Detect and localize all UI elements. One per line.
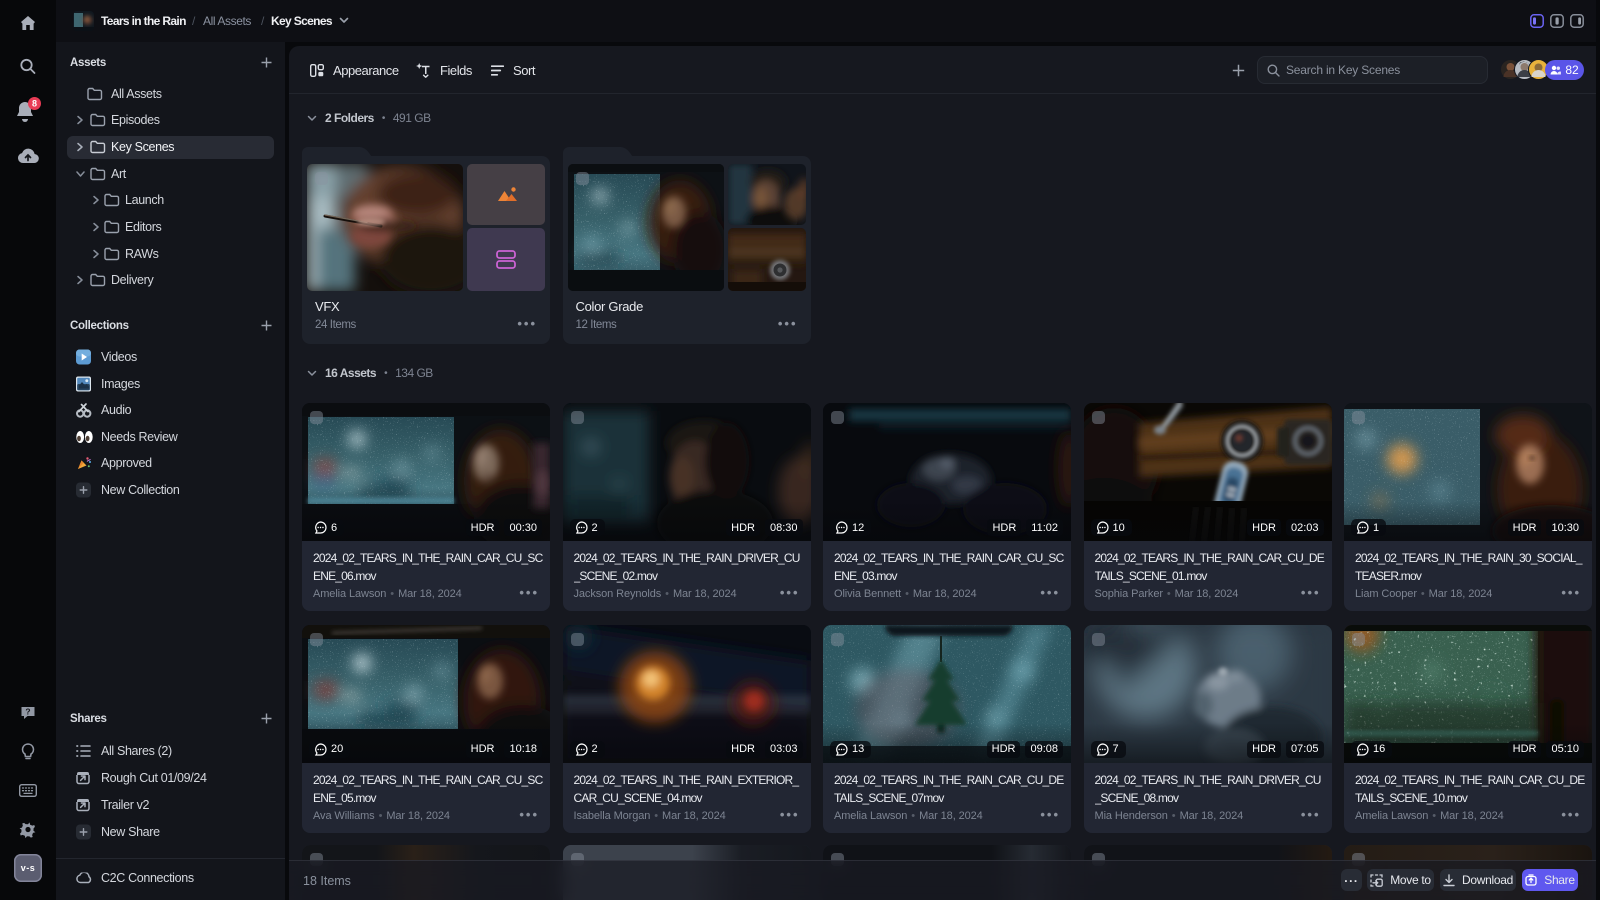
svg-text:?: ?: [25, 707, 30, 717]
svg-text:8: 8: [32, 99, 37, 109]
